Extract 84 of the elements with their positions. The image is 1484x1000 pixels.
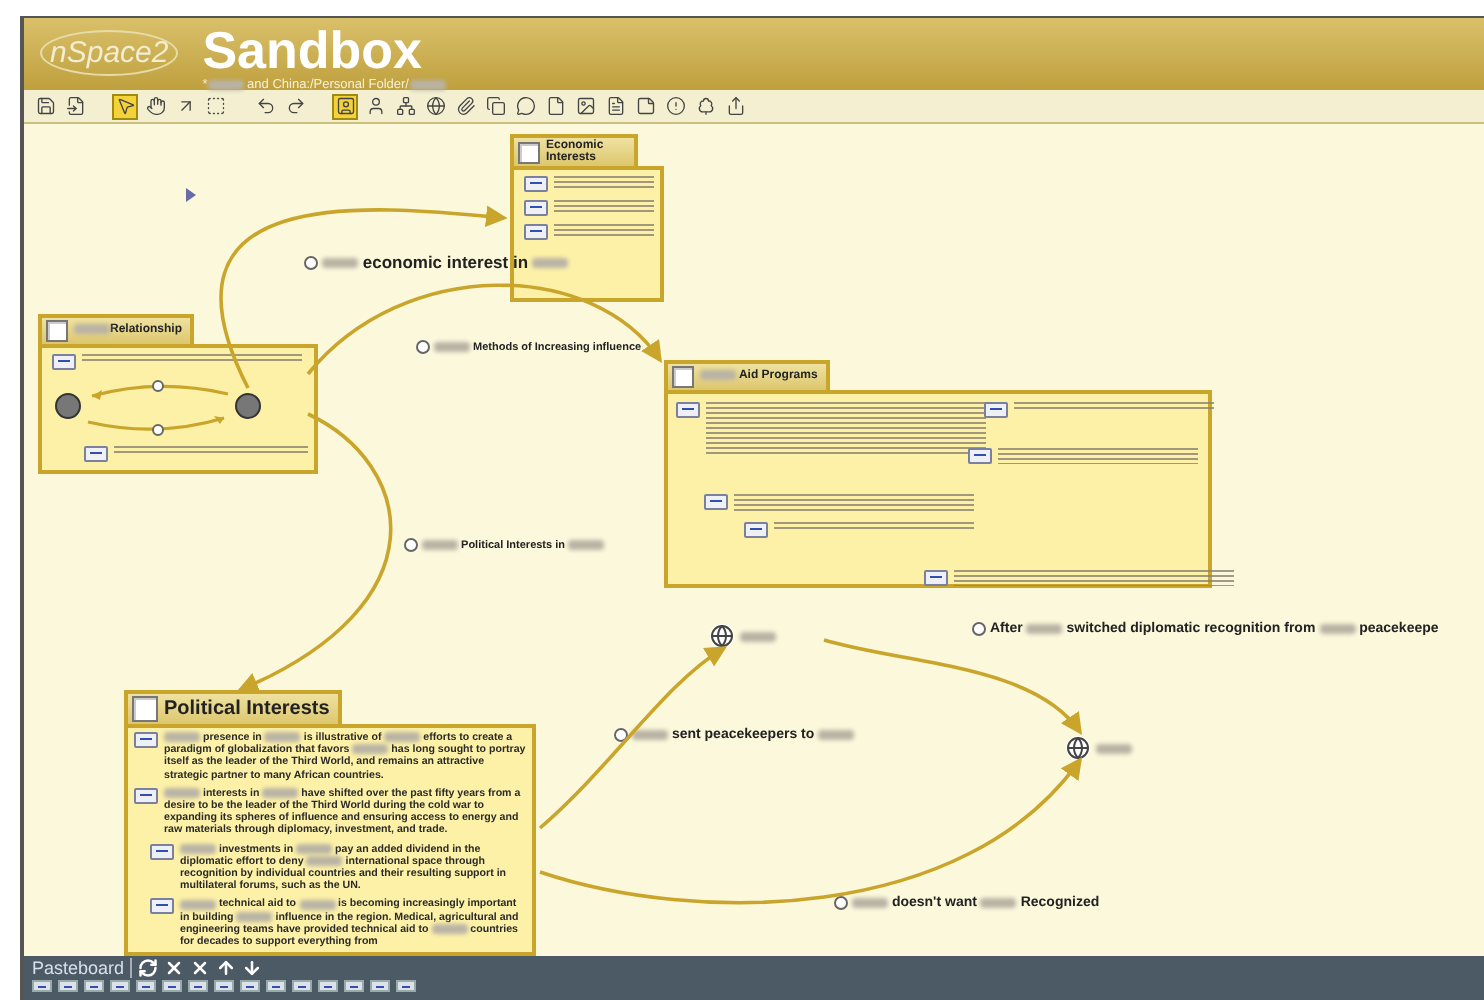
sticky-note-icon bbox=[635, 96, 655, 116]
link-handle[interactable] bbox=[416, 340, 430, 354]
note-icon[interactable] bbox=[134, 787, 158, 804]
note-icon[interactable] bbox=[704, 494, 728, 510]
hand-icon bbox=[145, 96, 165, 116]
note-icon[interactable] bbox=[744, 522, 768, 538]
tool-button[interactable] bbox=[422, 93, 448, 119]
link-handle[interactable] bbox=[304, 255, 318, 269]
tool-button[interactable] bbox=[62, 93, 88, 119]
tool-button[interactable] bbox=[332, 93, 358, 119]
note-icon[interactable] bbox=[52, 354, 76, 370]
tool-button[interactable] bbox=[632, 93, 658, 119]
tool-button[interactable] bbox=[512, 93, 538, 119]
pasteboard-label: Pasteboard bbox=[32, 958, 133, 978]
file-import-icon bbox=[65, 96, 85, 116]
link-label: economic interest in bbox=[322, 252, 569, 272]
tool-button[interactable] bbox=[202, 93, 228, 119]
tool-button[interactable] bbox=[452, 93, 478, 119]
note-icon[interactable] bbox=[150, 843, 174, 860]
note-icon[interactable] bbox=[524, 224, 548, 240]
close-icon bbox=[190, 958, 211, 978]
tool-button[interactable] bbox=[392, 93, 418, 119]
place-label bbox=[1096, 743, 1132, 753]
link-handle[interactable] bbox=[834, 896, 848, 910]
pointer-icon bbox=[115, 96, 135, 116]
link-handle[interactable] bbox=[404, 538, 418, 552]
tool-button[interactable] bbox=[32, 93, 58, 119]
frame-title: Political Interests bbox=[164, 698, 330, 720]
document-icon bbox=[605, 96, 625, 116]
frame-tab[interactable]: Political Interests bbox=[124, 690, 342, 724]
note-text-drawing bbox=[554, 176, 654, 188]
undo-icon bbox=[255, 96, 275, 116]
pasteboard-button[interactable] bbox=[164, 958, 185, 978]
note-icon[interactable] bbox=[524, 200, 548, 216]
hierarchy-icon bbox=[395, 96, 415, 116]
tool-button[interactable] bbox=[142, 93, 168, 119]
globe-icon[interactable] bbox=[1066, 736, 1090, 760]
image-icon bbox=[575, 96, 595, 116]
share-icon bbox=[725, 96, 745, 116]
note-text-drawing bbox=[554, 200, 654, 212]
alert-icon bbox=[665, 96, 685, 116]
tool-button[interactable] bbox=[662, 93, 688, 119]
note-text-drawing bbox=[554, 224, 654, 236]
note-icon[interactable] bbox=[134, 732, 158, 748]
link-handle[interactable] bbox=[972, 622, 986, 636]
link-handle[interactable] bbox=[614, 728, 628, 742]
redo-icon bbox=[285, 96, 305, 116]
copy-icon bbox=[485, 96, 505, 116]
frame-icon bbox=[672, 366, 694, 388]
note-icon[interactable] bbox=[984, 402, 1008, 418]
app-logo: nSpace2 bbox=[40, 30, 179, 76]
paperclip-icon bbox=[455, 96, 475, 116]
frame-icon bbox=[518, 141, 540, 163]
pasteboard-button[interactable] bbox=[138, 958, 159, 978]
person-icon bbox=[365, 96, 385, 116]
tool-button[interactable] bbox=[572, 93, 598, 119]
pasteboard-button[interactable] bbox=[190, 958, 211, 978]
refresh-icon bbox=[138, 958, 159, 978]
note-icon[interactable] bbox=[524, 176, 548, 192]
tool-button[interactable] bbox=[482, 93, 508, 119]
up-arrow-icon bbox=[216, 958, 237, 978]
place-label bbox=[740, 631, 776, 641]
user-card-icon bbox=[335, 96, 355, 116]
frame-icon bbox=[46, 320, 68, 342]
page-icon bbox=[545, 96, 565, 116]
sandbox-title: Sandbox bbox=[202, 22, 425, 78]
note-icon[interactable] bbox=[676, 402, 700, 418]
note-icon[interactable] bbox=[84, 446, 108, 462]
pasteboard-button[interactable] bbox=[216, 958, 237, 978]
globe-icon bbox=[425, 96, 445, 116]
speech-bubble-icon bbox=[515, 96, 535, 116]
frame-icon bbox=[132, 696, 158, 722]
arrow-icon bbox=[175, 96, 195, 116]
tree-icon bbox=[695, 96, 715, 116]
note-icon[interactable] bbox=[968, 448, 992, 464]
tool-button[interactable] bbox=[112, 93, 138, 119]
frame-icon bbox=[205, 96, 225, 116]
close-icon bbox=[164, 958, 185, 978]
globe-icon[interactable] bbox=[710, 624, 734, 648]
down-arrow-icon bbox=[242, 958, 263, 978]
play-marker-icon bbox=[186, 188, 196, 202]
pasteboard-button[interactable] bbox=[242, 958, 263, 978]
note-icon[interactable] bbox=[150, 898, 174, 915]
note-icon[interactable] bbox=[924, 570, 948, 586]
